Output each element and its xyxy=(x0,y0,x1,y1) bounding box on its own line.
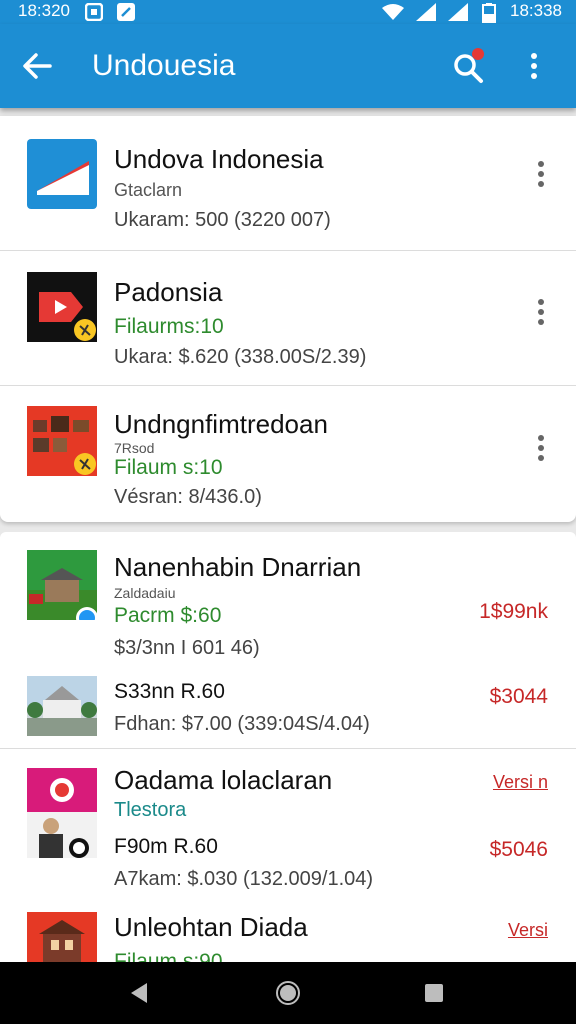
signal-icon-2 xyxy=(448,3,468,26)
app-right-price: $5046 xyxy=(489,838,548,861)
version-link[interactable]: Versi xyxy=(508,920,548,941)
square-notification-icon xyxy=(84,2,104,26)
status-time: 18:320 xyxy=(18,1,70,20)
app-name: Undova Indonesia xyxy=(114,144,324,174)
app-thumbnail xyxy=(27,272,97,342)
item-menu-icon[interactable] xyxy=(537,298,545,331)
app-meta: Ukara: $.620 (338.00S/2.39) xyxy=(114,346,367,368)
divider xyxy=(0,250,576,251)
app-list-card: Undova Indonesia Gtaclarn Ukaram: 500 (3… xyxy=(0,116,576,522)
app-developer: Gtaclarn xyxy=(114,180,183,200)
app-price: Pacrm $:60 xyxy=(114,604,222,627)
app-meta: Ukaram: 500 (3220 007) xyxy=(114,209,331,231)
version-link[interactable]: Versi n xyxy=(493,772,548,793)
app-meta: Vésran: 8/436.0) xyxy=(114,486,262,508)
navigation-bar xyxy=(0,962,576,1024)
app-price-line: S33nn R.60 xyxy=(114,680,225,703)
app-meta: A7kam: $.030 (132.009/1.04) xyxy=(114,868,374,890)
app-developer: 7Rsod xyxy=(114,440,155,456)
back-arrow-icon[interactable] xyxy=(22,52,52,85)
app-name: Unleohtan Diada xyxy=(114,912,308,942)
app-thumbnail xyxy=(27,406,97,476)
app-list-card: Nanenhabin Dnarrian Zaldadaiu Pacrm $:60… xyxy=(0,532,576,973)
app-meta: Fdhan: $7.00 (339:04S/4.04) xyxy=(114,713,370,735)
divider xyxy=(0,385,576,386)
app-thumbnail xyxy=(27,550,97,620)
app-thumbnail xyxy=(27,912,97,964)
app-name: Padonsia xyxy=(114,277,223,307)
app-thumbnail xyxy=(27,139,97,209)
app-bar: Undouesia xyxy=(0,24,576,108)
app-price: Filaum s:10 xyxy=(114,456,223,479)
nav-back-icon[interactable] xyxy=(129,982,149,1009)
status-clock: 18:338 xyxy=(510,1,562,20)
more-options-icon[interactable] xyxy=(530,52,538,85)
app-price-line: F90m R.60 xyxy=(114,835,218,858)
app-developer: Tlestora xyxy=(114,799,187,821)
item-menu-icon[interactable] xyxy=(537,160,545,193)
app-name: Undngnfimtredoan xyxy=(114,409,328,439)
app-thumbnail xyxy=(27,768,97,858)
page-title: Undouesia xyxy=(92,49,236,82)
app-name: Oadama lolaclaran xyxy=(114,765,333,795)
nav-home-icon[interactable] xyxy=(275,980,301,1011)
app-right-price: $3044 xyxy=(489,685,548,708)
app-meta: $3/3nn I 601 46) xyxy=(114,637,260,659)
app-thumbnail xyxy=(27,676,97,736)
wifi-icon xyxy=(382,3,404,26)
app-price: Filaurms:10 xyxy=(114,315,224,338)
signal-icon xyxy=(416,3,436,26)
notification-badge xyxy=(472,48,484,60)
nav-recents-icon[interactable] xyxy=(424,983,444,1008)
app-developer: Zaldadaiu xyxy=(114,585,176,601)
app-right-price: 1$99nk xyxy=(479,600,548,623)
status-bar: 18:320 18:338 xyxy=(0,0,576,24)
edit-notification-icon xyxy=(117,3,135,26)
app-name: Nanenhabin Dnarrian xyxy=(114,552,362,582)
divider xyxy=(0,748,576,749)
item-menu-icon[interactable] xyxy=(537,434,545,467)
